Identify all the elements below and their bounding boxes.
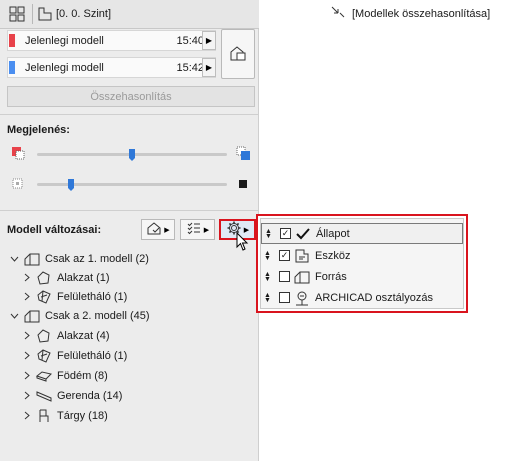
option-label: ARCHICAD osztályozás bbox=[315, 291, 433, 304]
floor-plan-icon bbox=[37, 6, 53, 22]
model-color-swatch bbox=[9, 34, 15, 47]
model-1-menu-button[interactable]: ▶ bbox=[202, 31, 216, 50]
tree-item[interactable]: Tárgy (18) bbox=[22, 406, 108, 425]
blue-color-swatch-icon bbox=[236, 146, 250, 163]
tab-floor-label: [0. 0. Szint] bbox=[56, 8, 112, 20]
divider bbox=[0, 210, 259, 211]
list-options-button[interactable]: ▶ bbox=[180, 219, 215, 240]
chevron-right-icon[interactable] bbox=[22, 331, 31, 340]
source-checkbox[interactable] bbox=[279, 271, 290, 282]
chevron-right-icon[interactable] bbox=[22, 273, 31, 282]
dropdown-arrow-icon: ▶ bbox=[203, 226, 210, 234]
status-checkbox[interactable]: ✓ bbox=[280, 228, 291, 239]
chevron-right-icon[interactable] bbox=[22, 351, 31, 360]
appearance-label: Megjelenés: bbox=[7, 124, 70, 136]
mouse-cursor-icon bbox=[236, 231, 250, 255]
option-tool[interactable]: ▲ ▼ ✓ Eszköz bbox=[261, 245, 463, 266]
model-row-1[interactable]: Jelenlegi modell 15:40 bbox=[7, 30, 216, 51]
option-classification[interactable]: ▲ ▼ ARCHICAD osztályozás bbox=[261, 287, 463, 308]
house-icon bbox=[24, 251, 40, 267]
classification-icon bbox=[294, 290, 310, 306]
tree-item[interactable]: Felületháló (1) bbox=[22, 287, 127, 306]
drag-handle-icon[interactable]: ▲ ▼ bbox=[263, 271, 272, 283]
filter-elements-button[interactable]: ▶ bbox=[141, 219, 175, 240]
tab-model-compare[interactable]: [Modellek összehasonlítása] bbox=[330, 5, 490, 22]
option-status[interactable]: ▲ ▼ ✓ Állapot bbox=[261, 223, 463, 244]
compare-panel: Jelenlegi modell 15:40 ▶ Jelenlegi model… bbox=[0, 29, 259, 461]
mesh-icon bbox=[36, 289, 52, 305]
slab-icon bbox=[36, 368, 52, 384]
checkmark-icon bbox=[295, 226, 311, 242]
tree-label: Tárgy (18) bbox=[57, 409, 108, 422]
models-compare-icon bbox=[228, 43, 248, 66]
solid-element-icon bbox=[236, 177, 250, 194]
tree-label: Alakzat (4) bbox=[57, 329, 110, 342]
tree-label: Gerenda (14) bbox=[57, 389, 123, 402]
tree-label: Felületháló (1) bbox=[57, 290, 128, 303]
tab-floor-plan[interactable]: [0. 0. Szint] bbox=[0, 0, 259, 29]
tree-label: Alakzat (1) bbox=[57, 271, 110, 284]
drag-handle-icon[interactable]: ▲ ▼ bbox=[263, 292, 272, 304]
divider bbox=[0, 114, 259, 115]
drag-handle-icon[interactable]: ▲ ▼ bbox=[263, 250, 272, 262]
model-changes-label: Modell változásai: bbox=[7, 224, 102, 236]
opacity-slider-track[interactable] bbox=[37, 183, 227, 186]
red-color-swatch-icon bbox=[11, 146, 25, 163]
tree-label: Felületháló (1) bbox=[57, 349, 128, 362]
tree-group-model-1[interactable]: Csak az 1. modell (2) bbox=[10, 249, 149, 268]
classification-checkbox[interactable] bbox=[279, 292, 290, 303]
column-options-popup: ▲ ▼ ✓ Állapot ▲ ▼ ✓ Eszköz ▲ ▼ Forrás ▲ ▼ AR… bbox=[256, 214, 468, 313]
tree-item[interactable]: Felületháló (1) bbox=[22, 346, 127, 365]
highlight-slider-thumb[interactable] bbox=[129, 149, 135, 161]
option-label: Állapot bbox=[316, 227, 350, 240]
grid-view-icon[interactable] bbox=[6, 3, 28, 25]
tab-compare-label: [Modellek összehasonlítása] bbox=[352, 7, 491, 20]
chevron-right-icon[interactable] bbox=[22, 411, 31, 420]
house-icon bbox=[294, 269, 310, 285]
column-options-list: ▲ ▼ ✓ Állapot ▲ ▼ ✓ Eszköz ▲ ▼ Forrás ▲ ▼ AR… bbox=[260, 218, 464, 309]
tree-label: Födém (8) bbox=[57, 369, 108, 382]
morph-icon bbox=[36, 270, 52, 286]
option-label: Forrás bbox=[315, 270, 347, 283]
tool-icon bbox=[294, 248, 310, 264]
model-row-2[interactable]: Jelenlegi modell 15:42 bbox=[7, 57, 216, 78]
beam-icon bbox=[36, 388, 52, 404]
swap-models-button[interactable] bbox=[221, 29, 255, 79]
tree-item[interactable]: Födém (8) bbox=[22, 366, 108, 385]
tree-label: Csak a 2. modell (45) bbox=[45, 309, 150, 322]
chevron-right-icon[interactable] bbox=[22, 371, 31, 380]
model-name: Jelenlegi modell bbox=[25, 61, 104, 74]
model-time: 15:40 bbox=[176, 34, 204, 47]
tab-bar: [0. 0. Szint] [Modellek összehasonlítása… bbox=[0, 0, 515, 29]
chevron-down-icon[interactable] bbox=[10, 313, 19, 319]
drag-handle-icon[interactable]: ▲ ▼ bbox=[264, 228, 273, 240]
option-label: Eszköz bbox=[315, 249, 351, 262]
model-time: 15:42 bbox=[176, 61, 204, 74]
house-icon bbox=[24, 308, 40, 324]
tree-item[interactable]: Alakzat (1) bbox=[22, 268, 110, 287]
element-filter-icon bbox=[146, 220, 162, 239]
checklist-icon bbox=[186, 220, 202, 239]
chevron-down-icon[interactable] bbox=[10, 256, 19, 262]
tree-label: Csak az 1. modell (2) bbox=[45, 252, 149, 265]
mesh-icon bbox=[36, 348, 52, 364]
morph-icon bbox=[36, 328, 52, 344]
compare-button[interactable]: Összehasonlítás bbox=[7, 86, 255, 107]
compare-arrows-icon bbox=[330, 5, 346, 22]
tab-separator bbox=[32, 4, 33, 24]
faded-element-icon bbox=[11, 177, 25, 194]
tree-item[interactable]: Gerenda (14) bbox=[22, 386, 122, 405]
model-2-menu-button[interactable]: ▶ bbox=[202, 58, 216, 77]
model-color-swatch bbox=[9, 61, 15, 74]
tree-group-model-2[interactable]: Csak a 2. modell (45) bbox=[10, 306, 150, 325]
chevron-right-icon[interactable] bbox=[22, 391, 31, 400]
chevron-right-icon[interactable] bbox=[22, 292, 31, 301]
object-icon bbox=[36, 408, 52, 424]
option-source[interactable]: ▲ ▼ Forrás bbox=[261, 266, 463, 287]
model-name: Jelenlegi modell bbox=[25, 34, 104, 47]
opacity-slider-thumb[interactable] bbox=[68, 179, 74, 191]
dropdown-arrow-icon: ▶ bbox=[164, 226, 170, 234]
tool-checkbox[interactable]: ✓ bbox=[279, 250, 290, 261]
tree-item[interactable]: Alakzat (4) bbox=[22, 326, 110, 345]
